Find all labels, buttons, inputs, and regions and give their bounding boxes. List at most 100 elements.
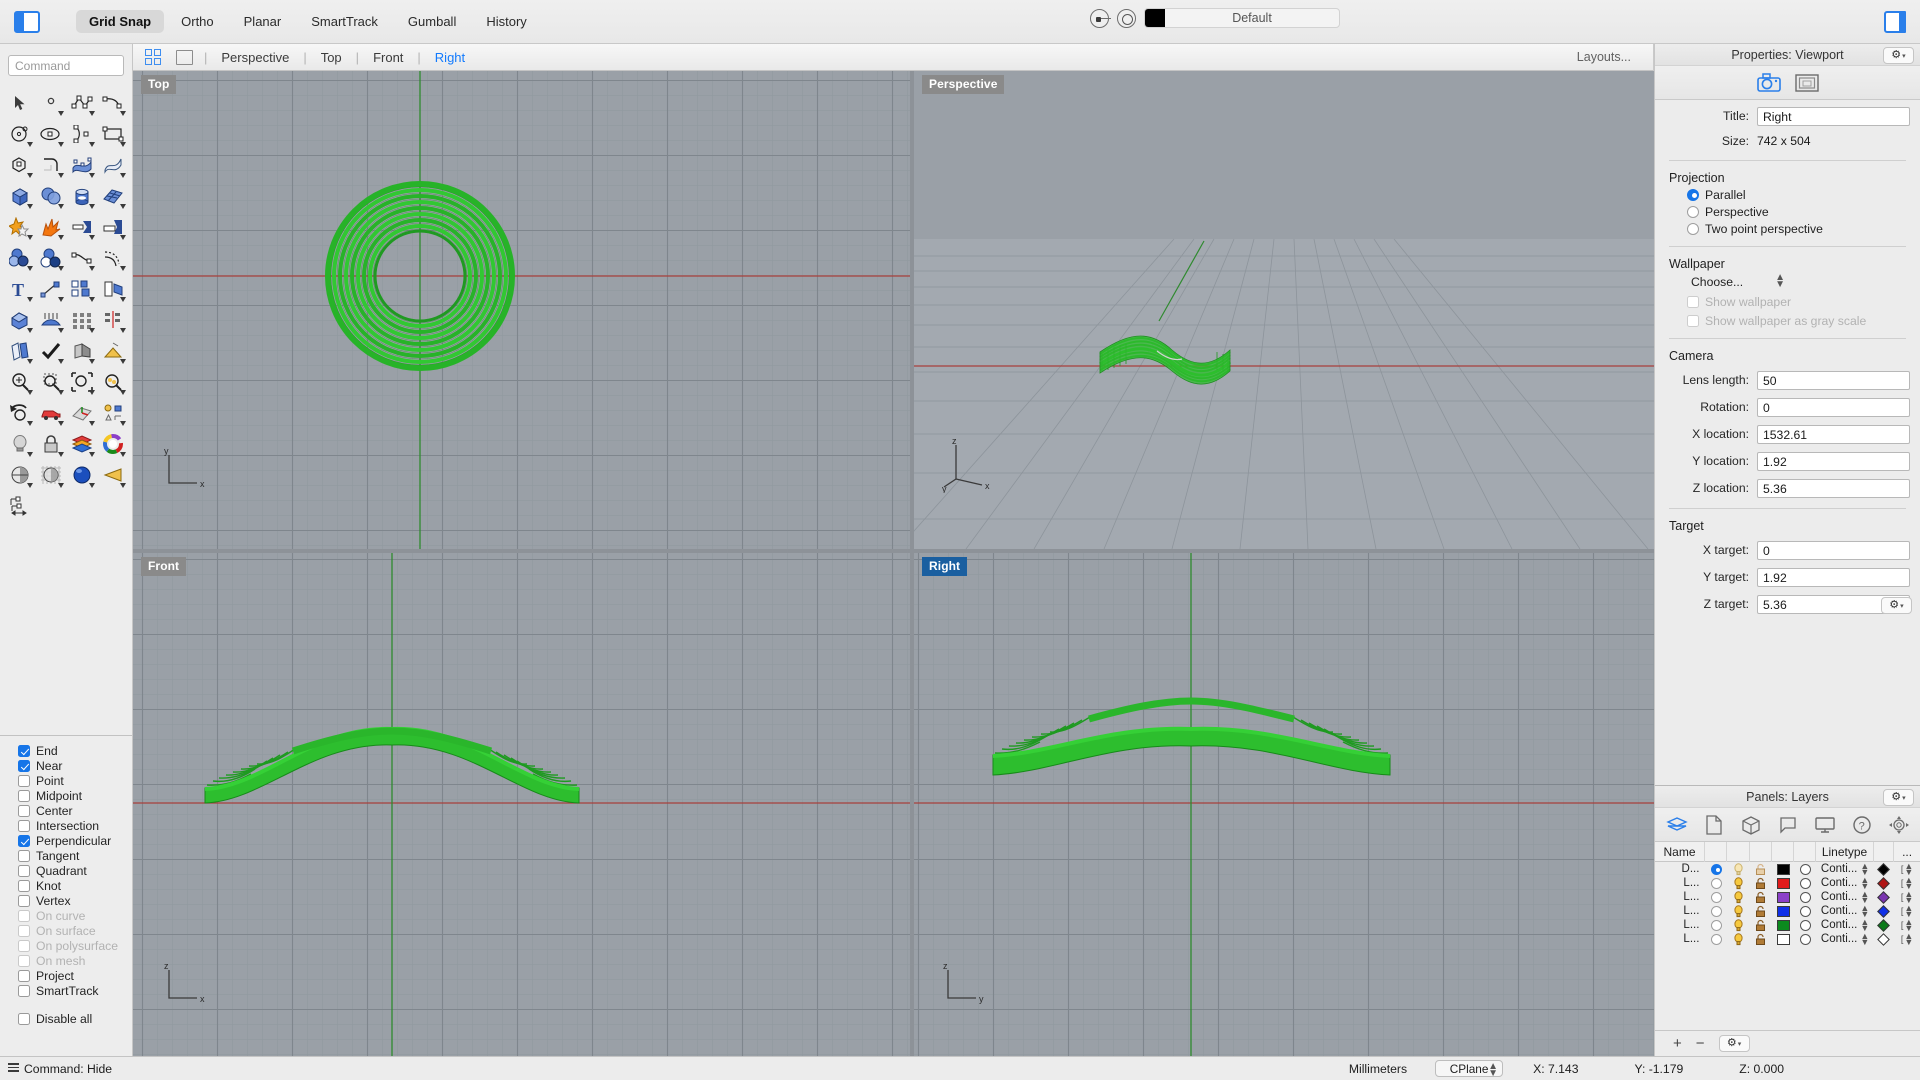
surface-grid-icon[interactable] [98, 181, 128, 211]
sphere-boolean-icon[interactable] [36, 181, 66, 211]
osnap-intersection-checkbox[interactable] [18, 820, 30, 832]
osnap-point-checkbox[interactable] [18, 775, 30, 787]
ellipse-icon[interactable] [36, 119, 66, 149]
viewport-top-canvas[interactable] [133, 71, 910, 549]
layer-current-radio[interactable] [1705, 904, 1727, 918]
osnap-quadrant[interactable]: Quadrant [18, 864, 132, 879]
select-objects-icon[interactable] [98, 398, 128, 428]
projection-two-point[interactable]: Two point perspective [1665, 220, 1910, 237]
layer-print-width[interactable]: [▲▼ [1894, 890, 1920, 904]
layer-color-swatch[interactable] [1772, 862, 1794, 876]
layer-print-width[interactable]: [▲▼ [1894, 918, 1920, 932]
viewport-perspective[interactable]: Perspective z x y [914, 71, 1654, 549]
viewport-front-canvas[interactable] [133, 553, 910, 1056]
layer-target-icon[interactable] [1090, 9, 1109, 28]
light-bulb-icon[interactable] [5, 429, 35, 459]
single-viewport-icon[interactable] [176, 50, 193, 65]
layer-lock-icon[interactable] [1750, 876, 1772, 890]
osnap-quadrant-checkbox[interactable] [18, 865, 30, 877]
zoom-in-icon[interactable] [5, 367, 35, 397]
split-icon[interactable] [98, 212, 128, 242]
table-row[interactable]: D... Conti...▲▼ [▲▼ [1655, 862, 1920, 876]
left-panel-toggle-icon[interactable] [14, 11, 40, 33]
osnap-end-checkbox[interactable] [18, 745, 30, 757]
layers-options-gear-icon[interactable]: ⚙▾ [1883, 789, 1914, 806]
y-location-input[interactable]: 1.92 [1757, 452, 1910, 471]
layer-material-icon[interactable] [1794, 862, 1816, 876]
layer-linetype[interactable]: Conti...▲▼ [1816, 862, 1873, 876]
osnap-vertex[interactable]: Vertex [18, 894, 132, 909]
osnap-tangent[interactable]: Tangent [18, 849, 132, 864]
viewport-top-label[interactable]: Top [141, 75, 176, 94]
layer-lock-icon[interactable] [1750, 904, 1772, 918]
status-cplane-selector[interactable]: CPlane▲▼ [1435, 1060, 1503, 1077]
osnap-tangent-checkbox[interactable] [18, 850, 30, 862]
table-row[interactable]: L... Conti...▲▼ [▲▼ [1655, 918, 1920, 932]
curve-icon[interactable] [98, 88, 128, 118]
four-viewport-icon[interactable] [145, 49, 162, 66]
layer-print-width[interactable]: [▲▼ [1894, 932, 1920, 946]
layer-color-swatch[interactable] [1772, 876, 1794, 890]
osnap-center-checkbox[interactable] [18, 805, 30, 817]
arc-icon[interactable] [67, 119, 97, 149]
render-preview-icon[interactable] [67, 336, 97, 366]
box-icon[interactable] [5, 181, 35, 211]
viewport-title-input[interactable]: Right [1757, 107, 1910, 126]
projection-perspective-radio[interactable] [1687, 206, 1699, 218]
layer-print-color[interactable] [1874, 876, 1894, 890]
layer-linetype[interactable]: Conti...▲▼ [1816, 932, 1873, 946]
zoom-extents-icon[interactable] [67, 367, 97, 397]
layers-col-name[interactable]: Name [1655, 842, 1705, 862]
layers-col-linetype[interactable]: Linetype [1816, 842, 1873, 862]
boolean-intersect-icon[interactable] [36, 243, 66, 273]
osnap-perpendicular[interactable]: Perpendicular [18, 834, 132, 849]
boolean-union-icon[interactable] [5, 212, 35, 242]
layer-lock-icon[interactable] [1750, 890, 1772, 904]
move-icon[interactable] [36, 274, 66, 304]
layer-current-radio[interactable] [1705, 932, 1727, 946]
layer-color-swatch[interactable] [1772, 890, 1794, 904]
viewport-frame-icon[interactable] [1794, 71, 1820, 95]
layers-col-more[interactable]: ... [1894, 842, 1920, 862]
layer-linetype[interactable]: Conti...▲▼ [1816, 876, 1873, 890]
viewport-right[interactable]: Right z y [914, 553, 1654, 1056]
viewport-front-label[interactable]: Front [141, 557, 186, 576]
current-layer-selector[interactable]: Default [1144, 8, 1340, 28]
tab-perspective[interactable]: Perspective [218, 50, 292, 65]
explode-icon[interactable] [36, 212, 66, 242]
projection-parallel-radio[interactable] [1687, 189, 1699, 201]
viewport-right-label[interactable]: Right [922, 557, 967, 576]
blend-curve-icon[interactable] [67, 243, 97, 273]
table-row[interactable]: L... Conti...▲▼ [▲▼ [1655, 932, 1920, 946]
surface-sweep-icon[interactable] [98, 150, 128, 180]
osnap-point[interactable]: Point [18, 774, 132, 789]
status-units[interactable]: Millimeters [1349, 1062, 1407, 1076]
viewport-perspective-label[interactable]: Perspective [922, 75, 1004, 94]
dimension-icon[interactable] [5, 491, 35, 521]
layer-material-icon[interactable] [1794, 890, 1816, 904]
osnap-knot[interactable]: Knot [18, 879, 132, 894]
color-wheel-icon[interactable] [98, 429, 128, 459]
mirror-icon[interactable] [98, 305, 128, 335]
target-options-gear-icon[interactable]: ⚙▾ [1881, 597, 1912, 614]
osnap-midpoint-checkbox[interactable] [18, 790, 30, 802]
cplane-icon[interactable] [67, 398, 97, 428]
osnap-vertex-checkbox[interactable] [18, 895, 30, 907]
layer-lock-icon[interactable] [1750, 918, 1772, 932]
right-panel-toggle-icon[interactable] [1884, 11, 1906, 33]
named-view-icon[interactable] [36, 398, 66, 428]
y-target-input[interactable]: 1.92 [1757, 568, 1910, 587]
mode-smarttrack[interactable]: SmartTrack [298, 10, 391, 33]
viewport-top[interactable]: Top y x [133, 71, 910, 549]
monitor-icon[interactable] [1812, 813, 1838, 837]
osnap-disable-all[interactable]: Disable all [18, 1011, 132, 1026]
projection-parallel[interactable]: Parallel [1665, 186, 1910, 203]
layer-linetype[interactable]: Conti...▲▼ [1816, 904, 1873, 918]
z-location-input[interactable]: 5.36 [1757, 479, 1910, 498]
layer-visibility-icon[interactable] [1728, 876, 1750, 890]
unroll-surface-icon[interactable] [5, 336, 35, 366]
properties-options-gear-icon[interactable]: ⚙▾ [1883, 47, 1914, 64]
camera-display-icon[interactable] [98, 460, 128, 490]
document-icon[interactable] [1701, 813, 1727, 837]
zoom-window-icon[interactable] [36, 367, 66, 397]
